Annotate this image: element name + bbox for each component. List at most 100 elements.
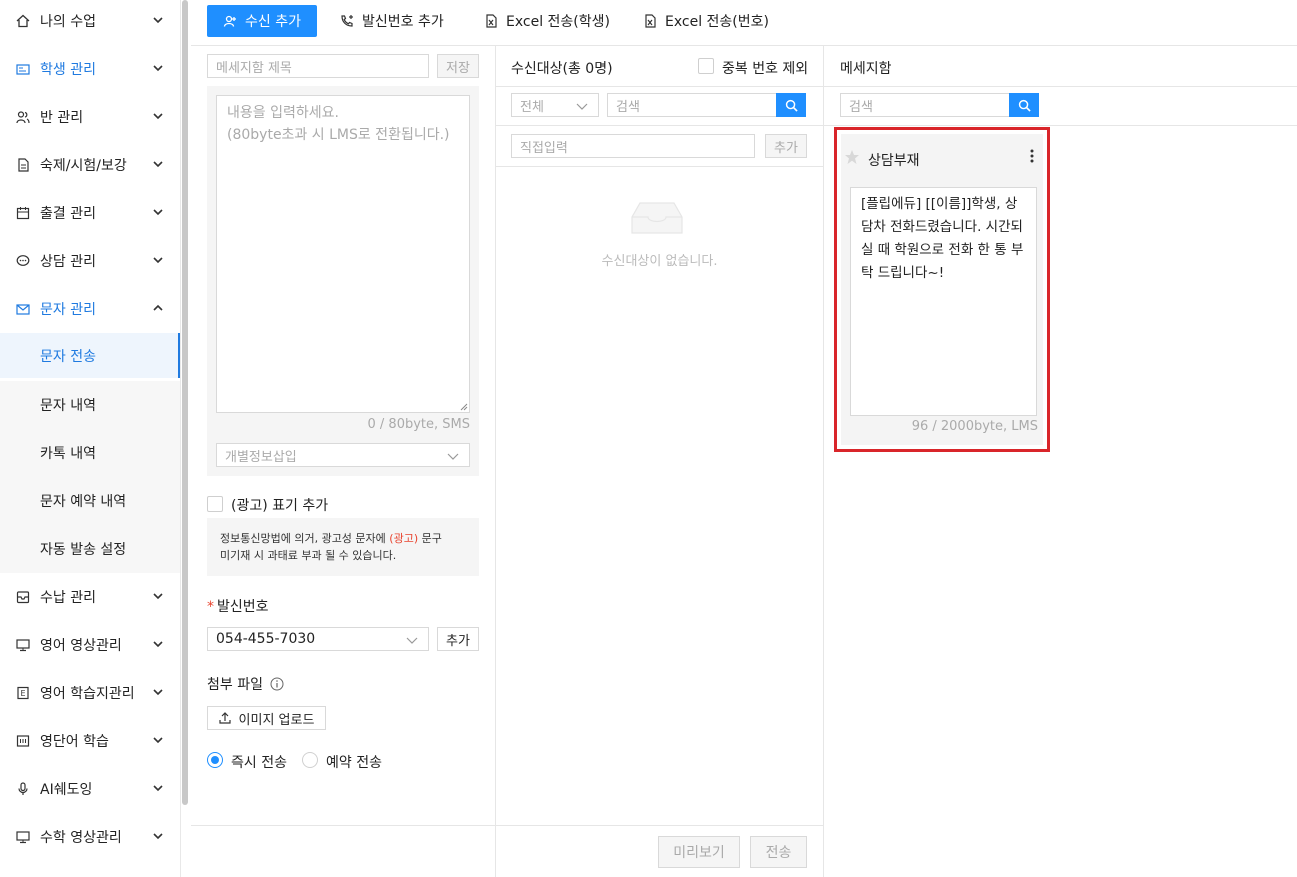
attach-label-text: 첨부 파일 — [207, 677, 263, 693]
add-sender-label: 발신번호 추가 — [362, 14, 444, 30]
svg-text:E: E — [20, 689, 25, 698]
sidebar-item-payment[interactable]: 수납 관리 — [0, 573, 180, 621]
excel-student-label: Excel 전송(학생) — [506, 14, 610, 30]
chevron-down-icon — [406, 637, 418, 644]
dedupe-checkbox[interactable] — [698, 58, 714, 74]
sidebar-item-math-video[interactable]: 수학 영상관리 — [0, 813, 180, 861]
mailbox-search-placeholder: 검색 — [849, 99, 873, 115]
info-icon[interactable] — [270, 677, 284, 691]
save-button[interactable]: 저장 — [437, 54, 479, 78]
divider — [824, 125, 1297, 126]
sidebar-item-label: 수학 영상관리 — [40, 830, 122, 846]
divider — [496, 125, 823, 126]
sidebar-subitem-auto[interactable]: 자동 발송 설정 — [0, 525, 180, 573]
recipient-search-input[interactable]: 검색 — [607, 93, 777, 117]
sidebar-item-label: 영어 영상관리 — [40, 638, 122, 654]
chevron-down-icon — [153, 161, 163, 168]
ad-notice-text: 정보통신망법에 의거, 광고성 문자에 — [220, 532, 390, 545]
ad-label-checkbox[interactable] — [207, 496, 223, 512]
message-card-content[interactable]: [플립에듀] [[이름]]학생, 상담차 전화드렸습니다. 시간되실 때 학원으… — [850, 187, 1037, 416]
ad-label-text: (광고) 표기 추가 — [231, 498, 329, 514]
sidebar-item-my-class[interactable]: 나의 수업 — [0, 0, 180, 45]
column-divider — [823, 46, 824, 877]
add-recipient-button[interactable]: 수신 추가 — [207, 5, 317, 37]
direct-input[interactable]: 직접입력 — [511, 134, 755, 158]
resize-handle-icon[interactable] — [460, 403, 468, 411]
sender-add-label: 추가 — [446, 633, 470, 649]
more-vertical-icon[interactable] — [1029, 148, 1035, 164]
sidebar-item-sms[interactable]: 문자 관리 — [0, 285, 180, 333]
star-icon[interactable] — [844, 149, 860, 165]
sidebar-subitem-history[interactable]: 문자 내역 — [0, 381, 180, 429]
direct-add-button[interactable]: 추가 — [765, 134, 807, 158]
sidebar-item-homework[interactable]: 숙제/시험/보강 — [0, 141, 180, 189]
chevron-down-icon — [153, 65, 163, 72]
send-reserve-radio[interactable] — [302, 752, 318, 768]
recipient-search-placeholder: 검색 — [616, 99, 640, 115]
message-card-title: 상담부재 — [868, 153, 920, 169]
document-icon — [16, 158, 30, 172]
sidebar-scrollbar[interactable] — [182, 0, 188, 805]
divider — [496, 166, 823, 167]
sidebar-item-students[interactable]: 학생 관리 — [0, 45, 180, 93]
message-title-placeholder: 메세지함 제목 — [216, 60, 292, 76]
chat-icon — [16, 254, 30, 268]
excel-number-button[interactable]: Excel 전송(번호) — [643, 5, 769, 37]
toolbar: 수신 추가 발신번호 추가 Excel 전송(학생) Excel 전송(번호) — [191, 0, 1297, 46]
mailbox-search-input[interactable]: 검색 — [840, 93, 1010, 117]
sidebar-subitem-reserved[interactable]: 문자 예약 내역 — [0, 477, 180, 525]
sidebar-item-attendance[interactable]: 출결 관리 — [0, 189, 180, 237]
sidebar-subitem-label: 카톡 내역 — [40, 446, 96, 462]
preview-button[interactable]: 미리보기 — [658, 836, 740, 868]
sidebar-item-label: 영어 학습지관리 — [40, 686, 135, 702]
recipient-filter-select[interactable]: 전체 — [511, 93, 599, 117]
sender-add-button[interactable]: 추가 — [437, 627, 479, 651]
excel-file-icon — [645, 14, 656, 28]
direct-input-placeholder: 직접입력 — [520, 140, 568, 156]
ad-notice-box: 정보통신망법에 의거, 광고성 문자에 (광고) 문구 미기재 시 과태료 부과… — [207, 518, 479, 576]
sidebar-item-label: 출결 관리 — [40, 206, 96, 222]
personal-info-placeholder: 개별정보삽입 — [225, 449, 297, 465]
sidebar-subitem-kakao[interactable]: 카톡 내역 — [0, 429, 180, 477]
attach-label: 첨부 파일 — [207, 674, 284, 694]
student-card-icon — [16, 62, 30, 76]
message-card-byte-count: 96 / 2000byte, LMS — [911, 419, 1038, 434]
message-title-input[interactable]: 메세지함 제목 — [207, 54, 429, 78]
sidebar-item-label: 상담 관리 — [40, 254, 96, 270]
mail-icon — [16, 302, 30, 316]
image-upload-button[interactable]: 이미지 업로드 — [207, 706, 326, 730]
image-upload-label: 이미지 업로드 — [238, 712, 315, 728]
chevron-down-icon — [153, 785, 163, 792]
chevron-down-icon — [447, 453, 459, 460]
sidebar-item-label: 영단어 학습 — [40, 734, 109, 750]
sidebar-subitem-send[interactable]: 문자 전송 — [0, 333, 180, 378]
message-body-textarea[interactable]: 내용을 입력하세요. (80byte초과 시 LMS로 전환됩니다.) — [216, 95, 470, 413]
excel-student-button[interactable]: Excel 전송(학생) — [484, 5, 610, 37]
excel-file-icon — [486, 14, 497, 28]
preview-label: 미리보기 — [673, 845, 725, 861]
send-button[interactable]: 전송 — [750, 836, 807, 868]
sidebar-item-vocab[interactable]: 영단어 학습 — [0, 717, 180, 765]
sidebar-item-label: 반 관리 — [40, 110, 84, 126]
recipients-title: 수신대상(총 0명) — [511, 61, 613, 77]
payment-icon — [16, 590, 30, 604]
sender-number-select[interactable]: 054-455-7030 — [207, 627, 429, 651]
send-reserve-label: 예약 전송 — [326, 755, 382, 771]
chevron-down-icon — [153, 833, 163, 840]
sidebar-item-counsel[interactable]: 상담 관리 — [0, 237, 180, 285]
personal-info-select[interactable]: 개별정보삽입 — [216, 443, 470, 467]
add-sender-button[interactable]: 발신번호 추가 — [340, 5, 444, 37]
sidebar-item-english-video[interactable]: 영어 영상관리 — [0, 621, 180, 669]
sidebar-item-ai-shadowing[interactable]: AI쉐도잉 — [0, 765, 180, 813]
sidebar-item-english-worksheet[interactable]: E 영어 학습지관리 — [0, 669, 180, 717]
sidebar-item-classes[interactable]: 반 관리 — [0, 93, 180, 141]
recipient-search-button[interactable] — [776, 93, 806, 117]
chevron-down-icon — [153, 209, 163, 216]
mailbox-search-button[interactable] — [1009, 93, 1039, 117]
monitor-icon — [16, 830, 30, 844]
send-now-radio[interactable] — [207, 752, 223, 768]
divider — [496, 86, 823, 87]
direct-add-label: 추가 — [774, 140, 798, 156]
upload-icon — [218, 712, 231, 724]
message-card[interactable]: 상담부재 [플립에듀] [[이름]]학생, 상담차 전화드렸습니다. 시간되실 … — [834, 127, 1050, 452]
